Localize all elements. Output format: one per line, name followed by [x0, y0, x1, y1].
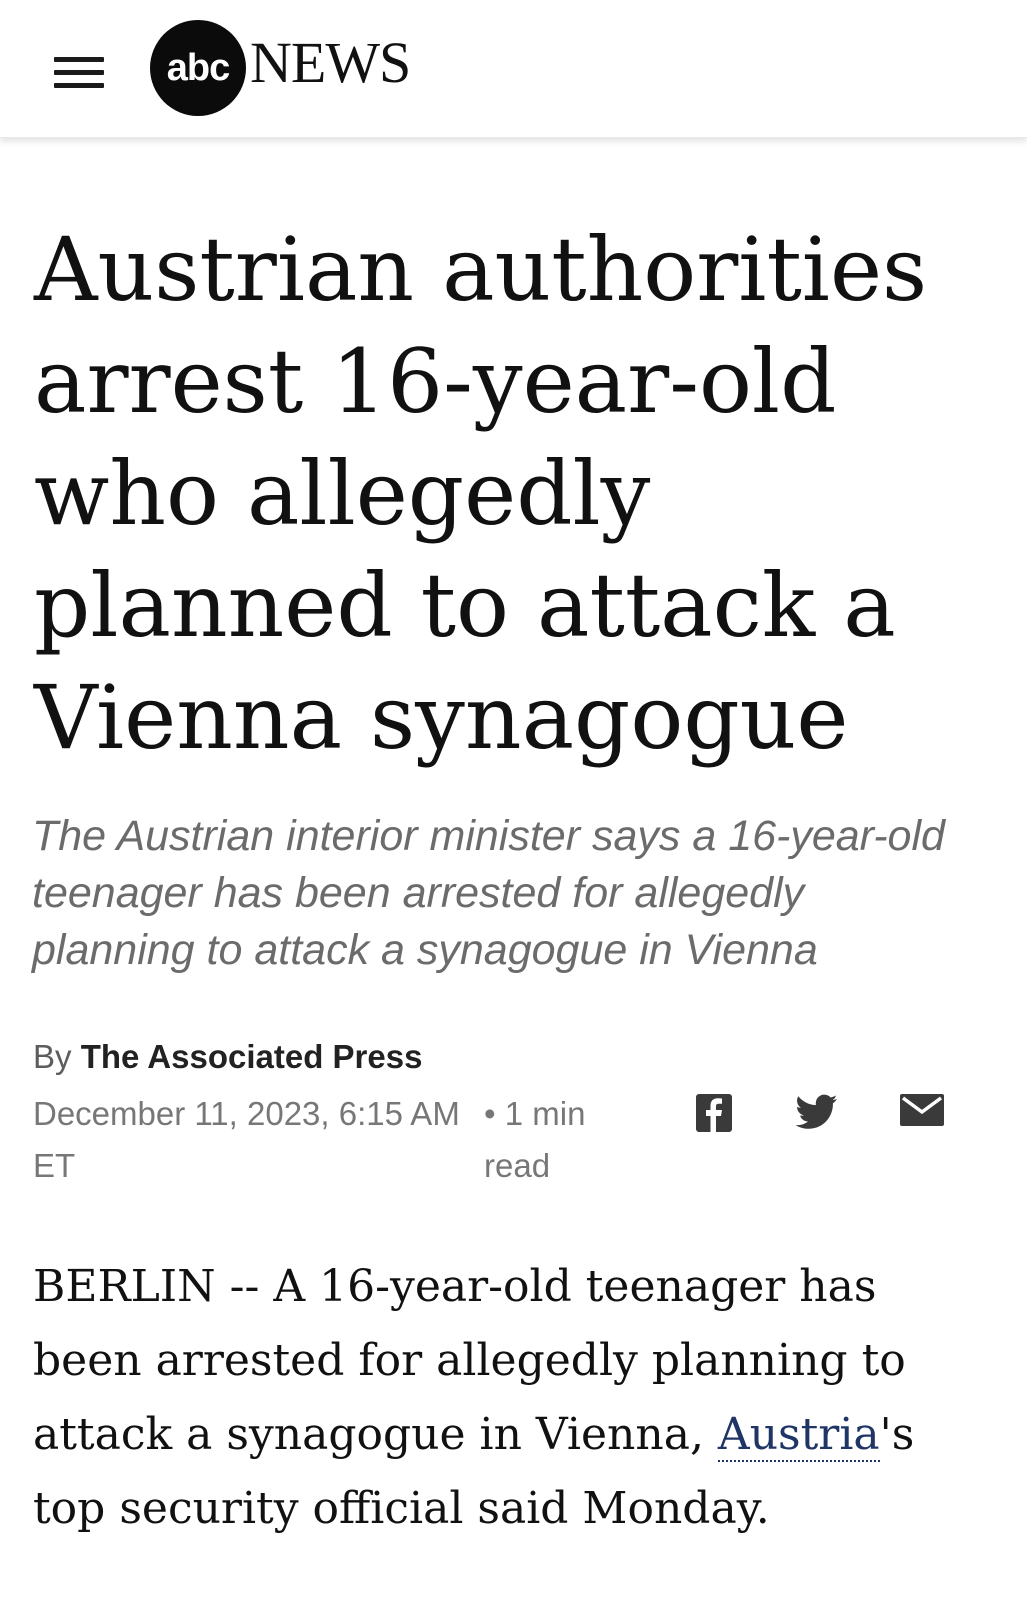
hamburger-menu-icon[interactable] — [52, 54, 108, 90]
byline: By The Associated Press — [33, 1038, 422, 1076]
byline-author: The Associated Press — [80, 1038, 423, 1075]
article-headline: Austrian authorities arrest 16-year-old … — [34, 218, 928, 769]
article-body-paragraph: BERLIN -- A 16-year-old teenager has bee… — [33, 1250, 993, 1546]
abc-logo-circle: abc — [150, 20, 246, 116]
top-navigation-bar: abc NEWS — [0, 0, 1027, 138]
abc-news-logo[interactable]: abc NEWS — [150, 20, 440, 116]
article-subheadline: The Austrian interior minister says a 16… — [32, 812, 945, 974]
facebook-icon[interactable] — [696, 1094, 732, 1132]
news-wordmark: NEWS — [250, 30, 411, 95]
read-time: • 1 min read — [484, 1095, 586, 1184]
email-icon[interactable] — [900, 1094, 944, 1126]
twitter-icon[interactable] — [796, 1094, 838, 1130]
austria-link[interactable]: Austria — [717, 1409, 880, 1462]
byline-prefix: By — [33, 1038, 72, 1075]
publish-date: December 11, 2023, 6:15 AM ET — [33, 1095, 460, 1184]
